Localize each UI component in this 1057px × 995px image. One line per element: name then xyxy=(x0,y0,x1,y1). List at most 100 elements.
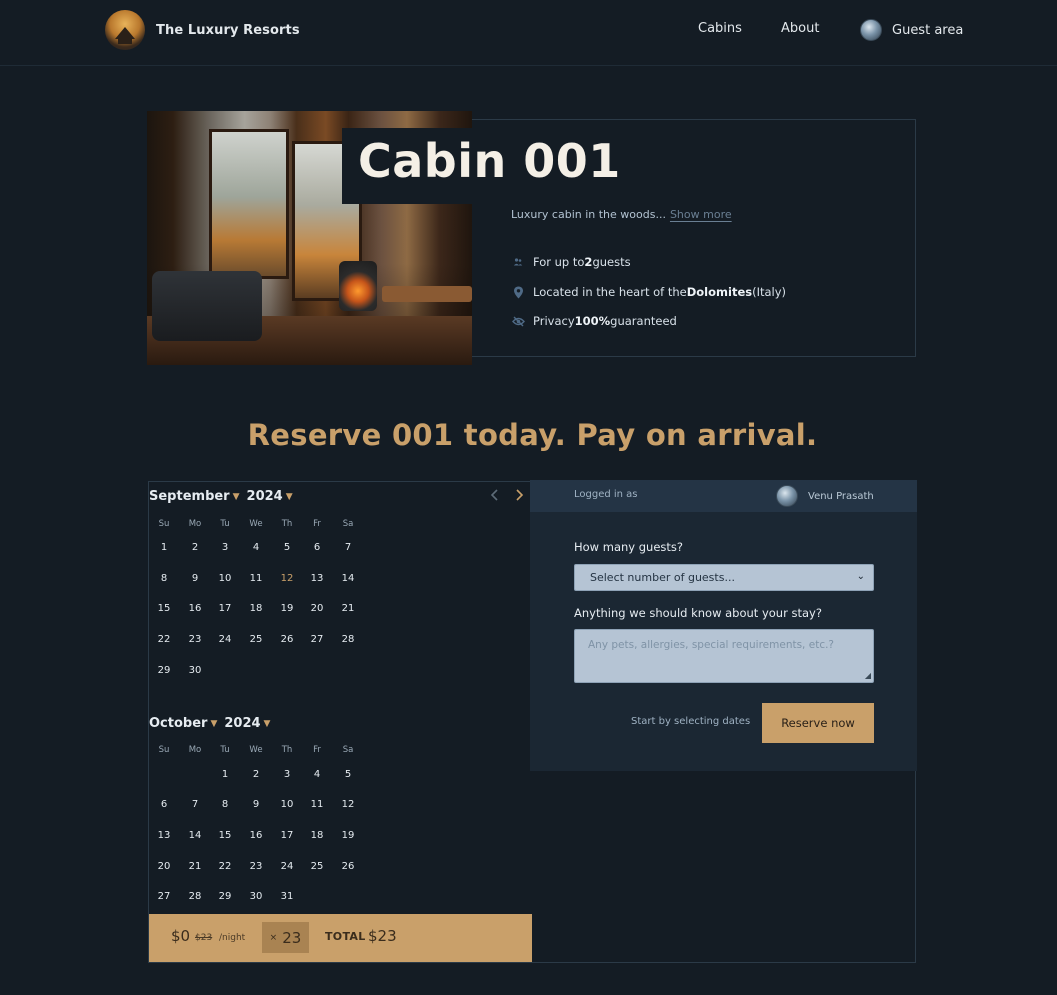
calendar-day[interactable]: 28 xyxy=(183,891,207,902)
calendar-day[interactable]: 3 xyxy=(275,769,299,780)
calendar-day[interactable]: 19 xyxy=(336,830,360,841)
calendar-day[interactable]: 29 xyxy=(152,665,176,676)
calendar-day[interactable]: 9 xyxy=(183,573,207,584)
calendar-day[interactable]: 3 xyxy=(213,542,237,553)
login-bar: Logged in as Venu Prasath xyxy=(530,480,917,512)
calendar-day[interactable]: 28 xyxy=(336,634,360,645)
calendar-day[interactable]: 16 xyxy=(183,603,207,614)
map-pin-icon xyxy=(511,285,525,299)
calendar-day[interactable]: 23 xyxy=(183,634,207,645)
calendar-day[interactable]: 26 xyxy=(336,861,360,872)
calendar-day[interactable]: 27 xyxy=(305,634,329,645)
calendar-day[interactable]: 22 xyxy=(213,861,237,872)
guests-select[interactable]: Select number of guests... ⌄ xyxy=(574,564,874,591)
month-header-september: September ▼ 2024 ▼ xyxy=(149,489,300,504)
calendar-day[interactable]: 20 xyxy=(152,861,176,872)
weekday-label: Fr xyxy=(313,745,321,755)
calendar-day[interactable]: 11 xyxy=(305,799,329,810)
calendar-day[interactable]: 21 xyxy=(183,861,207,872)
calendar-day[interactable]: 8 xyxy=(152,573,176,584)
weekday-label: Fr xyxy=(313,519,321,529)
chevron-left-icon[interactable] xyxy=(490,489,499,505)
site-header: The Luxury Resorts Cabins About Guest ar… xyxy=(0,0,1057,66)
calendar-day[interactable]: 30 xyxy=(183,665,207,676)
calendar-day[interactable]: 14 xyxy=(183,830,207,841)
users-icon xyxy=(511,255,525,269)
weekday-label: Th xyxy=(281,745,293,755)
calendar-day[interactable]: 18 xyxy=(305,830,329,841)
feature-privacy: Privacy 100% guaranteed xyxy=(511,314,677,328)
weekday-label: Sa xyxy=(342,519,354,529)
weekday-label: Su xyxy=(158,519,170,529)
calendar-day[interactable]: 12 xyxy=(275,573,299,584)
calendar-day[interactable]: 27 xyxy=(152,891,176,902)
calendar-day[interactable]: 19 xyxy=(275,603,299,614)
calendar-day[interactable]: 20 xyxy=(305,603,329,614)
calendar-day[interactable]: 12 xyxy=(336,799,360,810)
calendar-day[interactable]: 18 xyxy=(244,603,268,614)
nav-link-about[interactable]: About xyxy=(781,21,819,36)
calendar-day[interactable]: 30 xyxy=(244,891,268,902)
calendar-day[interactable]: 29 xyxy=(213,891,237,902)
weekday-label: We xyxy=(249,519,263,529)
calendar-day[interactable]: 26 xyxy=(275,634,299,645)
calendar-day[interactable]: 4 xyxy=(244,542,268,553)
notes-textarea[interactable]: Any pets, allergies, special requirement… xyxy=(574,629,874,683)
calendar-day[interactable]: 4 xyxy=(305,769,329,780)
calendar-day[interactable]: 22 xyxy=(152,634,176,645)
calendar-day[interactable]: 17 xyxy=(213,603,237,614)
calendar-day[interactable]: 1 xyxy=(213,769,237,780)
calendar-day[interactable]: 5 xyxy=(275,542,299,553)
calendar-day[interactable]: 31 xyxy=(275,891,299,902)
feature-guests: For up to 2 guests xyxy=(511,255,631,269)
user-info: Venu Prasath xyxy=(776,485,874,507)
show-more-button[interactable]: Show more xyxy=(670,208,732,221)
calendar-day[interactable]: 15 xyxy=(152,603,176,614)
calendar-day[interactable]: 9 xyxy=(244,799,268,810)
calendar-day[interactable]: 14 xyxy=(336,573,360,584)
guest-area-link[interactable]: Guest area xyxy=(860,19,963,41)
calendar-day[interactable]: 16 xyxy=(244,830,268,841)
avatar xyxy=(860,19,882,41)
chevron-down-icon: ▼ xyxy=(285,491,293,502)
chevron-right-icon[interactable] xyxy=(515,489,524,505)
brand-logo-link[interactable]: The Luxury Resorts xyxy=(105,10,300,50)
calendar-day[interactable]: 7 xyxy=(183,799,207,810)
calendar-day[interactable]: 6 xyxy=(305,542,329,553)
calendar-day[interactable]: 13 xyxy=(152,830,176,841)
price-per-night: /night xyxy=(219,933,246,943)
month-select[interactable]: September ▼ xyxy=(149,489,247,504)
calendar-day[interactable]: 17 xyxy=(275,830,299,841)
weekday-label: Mo xyxy=(188,745,202,755)
weekday-label: Tu xyxy=(220,745,230,755)
reserve-heading: Reserve 001 today. Pay on arrival. xyxy=(247,418,818,452)
calendar-day[interactable]: 21 xyxy=(336,603,360,614)
calendar-day[interactable]: 10 xyxy=(275,799,299,810)
calendar-day[interactable]: 15 xyxy=(213,830,237,841)
year-select[interactable]: 2024 ▼ xyxy=(247,489,300,504)
calendar-day[interactable]: 25 xyxy=(244,634,268,645)
calendar-day[interactable]: 25 xyxy=(305,861,329,872)
resize-handle-icon[interactable]: ◢ xyxy=(865,671,871,680)
reserve-now-button[interactable]: Reserve now xyxy=(762,703,874,743)
calendar-day[interactable]: 24 xyxy=(213,634,237,645)
calendar-day[interactable]: 11 xyxy=(244,573,268,584)
price-current: $0 xyxy=(171,927,191,945)
nav-link-cabins[interactable]: Cabins xyxy=(698,21,742,36)
chevron-down-icon: ▼ xyxy=(232,491,240,502)
year-select[interactable]: 2024 ▼ xyxy=(224,716,277,731)
month-select[interactable]: October ▼ xyxy=(149,716,224,731)
calendar-day[interactable]: 6 xyxy=(152,799,176,810)
calendar-day[interactable]: 13 xyxy=(305,573,329,584)
calendar-day[interactable]: 8 xyxy=(213,799,237,810)
calendar-day[interactable]: 5 xyxy=(336,769,360,780)
calendar-day[interactable]: 10 xyxy=(213,573,237,584)
notes-label: Anything we should know about your stay? xyxy=(574,606,822,620)
calendar-day[interactable]: 7 xyxy=(336,542,360,553)
calendar-day[interactable]: 2 xyxy=(183,542,207,553)
logo-image xyxy=(105,10,145,50)
calendar-day[interactable]: 1 xyxy=(152,542,176,553)
calendar-day[interactable]: 24 xyxy=(275,861,299,872)
calendar-day[interactable]: 23 xyxy=(244,861,268,872)
calendar-day[interactable]: 2 xyxy=(244,769,268,780)
